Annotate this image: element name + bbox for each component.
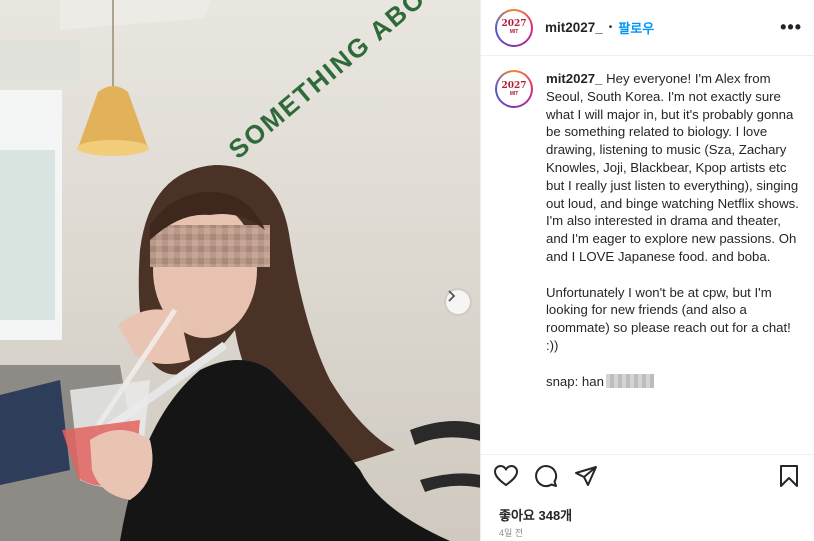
caption-avatar-year: 2027 bbox=[501, 80, 527, 91]
heart-icon bbox=[494, 464, 518, 486]
comment-icon bbox=[535, 464, 558, 487]
header-username[interactable]: mit2027_ bbox=[545, 20, 603, 35]
snap-handle: snap: han bbox=[546, 373, 802, 391]
paper-plane-icon bbox=[575, 465, 597, 486]
carousel-next-button[interactable] bbox=[446, 290, 470, 314]
post-time: 4일 전 bbox=[499, 528, 524, 538]
redacted-handle bbox=[605, 374, 654, 389]
photo-illustration: SOMETHING ABOUT bbox=[0, 0, 480, 541]
caption-text: mit2027_ Hey everyone! I'm Alex from Seo… bbox=[546, 70, 802, 460]
snap-text: snap: han bbox=[546, 373, 604, 389]
caption-paragraph-1: mit2027_ Hey everyone! I'm Alex from Seo… bbox=[546, 70, 802, 266]
action-bar bbox=[481, 454, 814, 496]
like-count[interactable]: 좋아요 348개 bbox=[499, 505, 572, 524]
more-options-icon[interactable]: ••• bbox=[780, 17, 802, 38]
caption-avatar-sub: MIT bbox=[509, 90, 519, 97]
share-button[interactable] bbox=[573, 463, 599, 489]
caption-avatar[interactable]: 2027 MIT bbox=[495, 70, 533, 108]
post-photo[interactable]: SOMETHING ABOUT bbox=[0, 0, 480, 541]
like-button[interactable] bbox=[493, 463, 519, 489]
comment-button[interactable] bbox=[533, 463, 559, 489]
avatar-image: 2027 MIT bbox=[497, 10, 531, 45]
caption-avatar-image: 2027 MIT bbox=[497, 72, 531, 106]
caption-body-1: Hey everyone! I'm Alex from Seoul, South… bbox=[546, 71, 803, 264]
avatar-sub: MIT bbox=[509, 29, 519, 35]
save-button[interactable] bbox=[776, 463, 802, 489]
caption-username[interactable]: mit2027_ bbox=[546, 71, 602, 86]
chevron-right-icon bbox=[448, 290, 456, 302]
follow-button[interactable]: 팔로우 bbox=[618, 18, 654, 37]
bookmark-icon bbox=[780, 464, 798, 487]
instagram-post-window: SOMETHING ABOUT 2027 MIT mit2027_ • 팔로우 … bbox=[0, 0, 814, 541]
wall-sign: SOMETHING ABOUT bbox=[223, 0, 461, 165]
separator-dot: • bbox=[608, 22, 613, 33]
caption-paragraph-2: Unfortunately I won't be at cpw, but I'm… bbox=[546, 284, 795, 353]
post-header: 2027 MIT mit2027_ • 팔로우 ••• bbox=[481, 0, 814, 56]
post-panel: 2027 MIT mit2027_ • 팔로우 ••• 2027 MIT mit… bbox=[480, 0, 814, 541]
avatar[interactable]: 2027 MIT bbox=[495, 8, 533, 47]
avatar-year: 2027 bbox=[501, 19, 527, 29]
caption: 2027 MIT mit2027_ Hey everyone! I'm Alex… bbox=[481, 56, 814, 460]
